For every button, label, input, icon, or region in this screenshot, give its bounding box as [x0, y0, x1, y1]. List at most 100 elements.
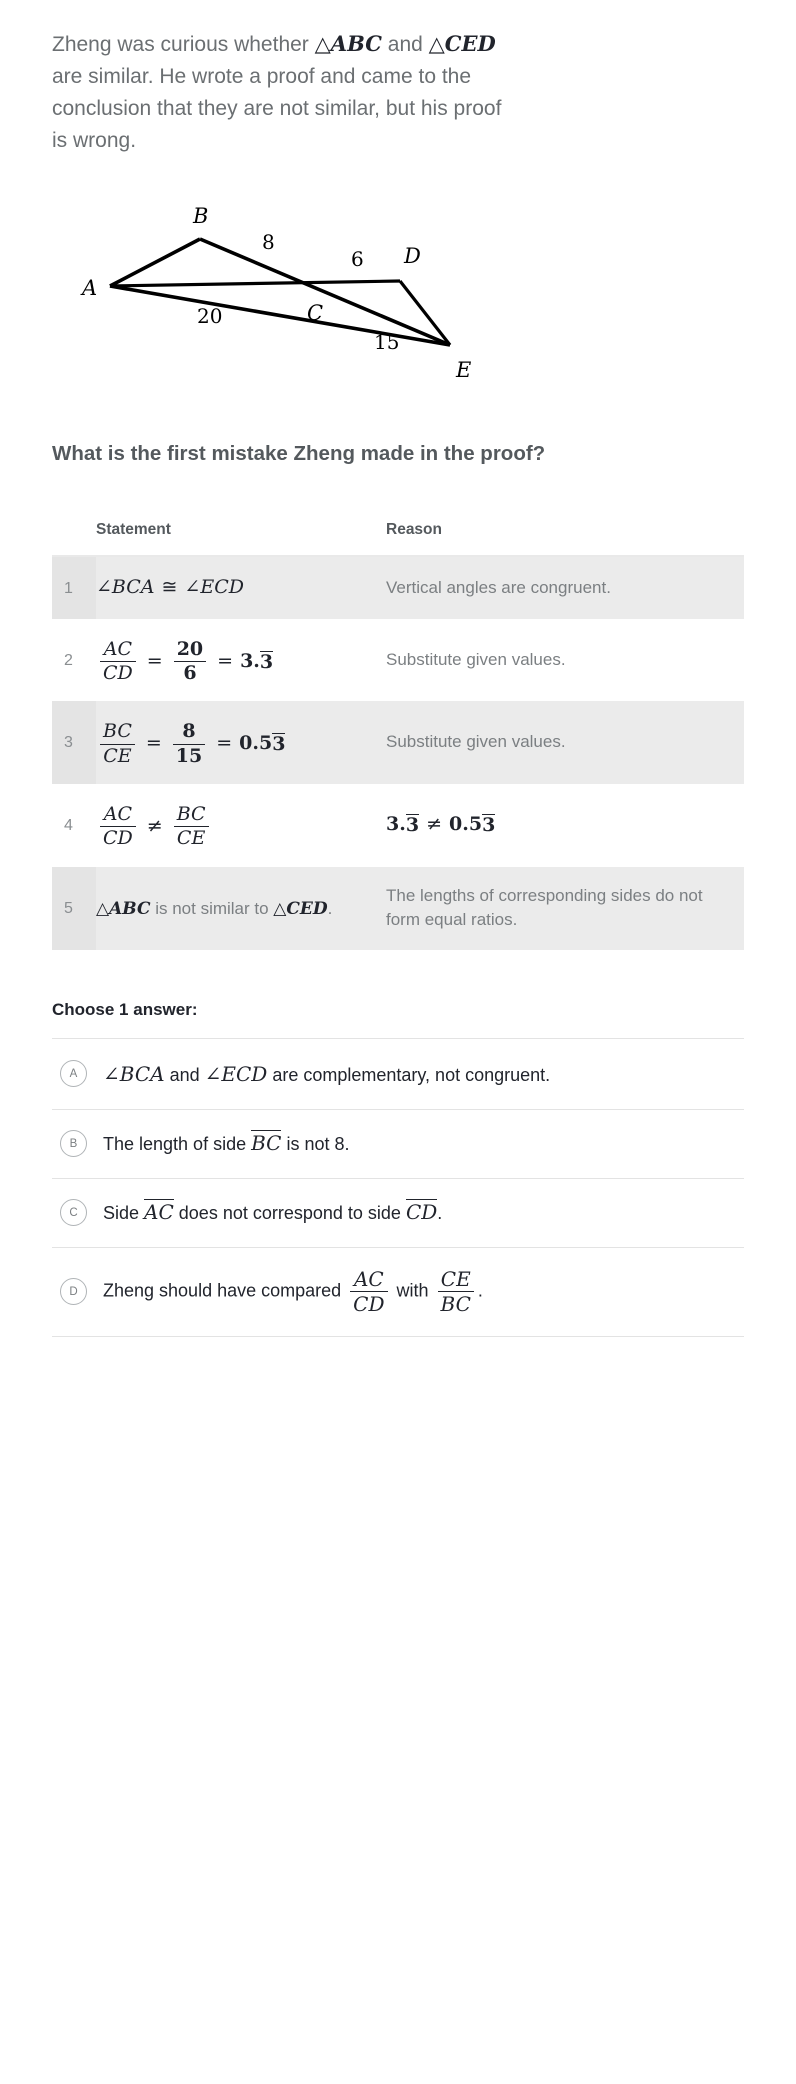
fraction-8-15: 8 15: [172, 721, 206, 767]
row-reason: Substitute given values.: [386, 701, 744, 784]
segment-a-d: [109, 279, 401, 288]
fraction-denominator: CE: [173, 826, 209, 849]
col-header-reason: Reason: [386, 521, 442, 539]
equals-operator: =: [145, 732, 162, 755]
conclusion-mid: is not similar to: [150, 898, 274, 918]
congruent-operator: ≅: [161, 576, 178, 599]
decimal-value: 0.5: [239, 732, 273, 755]
prompt-text-2: and: [381, 33, 429, 56]
choice-b-mid-1: The length of side: [103, 1133, 252, 1154]
vertex-label-e: E: [455, 358, 471, 382]
table-row: 2 AC CD = 20 6 = 3. 3 Substitute given v…: [52, 618, 744, 702]
row-statement: BC CE = 8 15 = 0.5 3: [96, 701, 386, 784]
statement-expression: BC CE = 8 15 = 0.5 3: [96, 721, 286, 767]
row-statement: AC CD ≠ BC CE: [96, 783, 386, 867]
fraction-numerator: AC: [353, 1266, 384, 1291]
fraction-numerator: 20: [176, 637, 204, 660]
prompt-text-1: Zheng was curious whether: [52, 33, 315, 56]
fraction-20-6: 20 6: [173, 637, 207, 685]
fraction-numerator: BC: [103, 720, 132, 743]
col-header-statement: Statement: [96, 521, 171, 539]
row-statement: AC CD = 20 6 = 3. 3: [96, 618, 386, 702]
fraction-ac-cd: AC CD: [100, 802, 136, 850]
row-number: 3: [52, 701, 96, 784]
equals-operator: =: [146, 649, 163, 672]
choice-bubble-a[interactable]: A: [60, 1060, 87, 1088]
choice-a-mid-2: are complementary, not congruent.: [267, 1064, 551, 1085]
prompt-text-3: are similar. He wrote a proof and came t…: [52, 64, 502, 152]
choice-bubble-b[interactable]: B: [60, 1130, 87, 1158]
fraction-ce-bc: CE BC: [437, 1267, 474, 1316]
left-repeating-digit: 3: [405, 814, 420, 837]
choice-d-mid-3: .: [477, 1280, 483, 1301]
fraction-denominator: CD: [100, 661, 136, 684]
segment-a-b: [109, 237, 201, 288]
table-row: 3 BC CE = 8 15 = 0.5 3 Substitute given …: [52, 701, 744, 784]
row-reason: Vertical angles are congruent.: [386, 556, 744, 619]
choice-c-mid-2: does not correspond to side: [173, 1202, 406, 1223]
choice-d-mid-1: Zheng should have compared: [103, 1280, 347, 1301]
proof-table: Statement Reason 1 ∠BCA ≅ ∠ECD Vertical …: [52, 515, 744, 950]
statement-conclusion: △ABC is not similar to △CED.: [96, 898, 332, 919]
repeating-digit: 3: [259, 650, 274, 673]
side-label-ce: 15: [374, 330, 399, 354]
answer-choice-a[interactable]: A ∠BCA and ∠ECD are complementary, not c…: [52, 1037, 744, 1109]
reason-expression: 3. 3 ≠ 0.5 3: [386, 811, 496, 839]
fraction-bc-ce: BC CE: [100, 721, 135, 767]
vertex-label-d: D: [403, 244, 421, 268]
question-text: What is the first mistake Zheng made in …: [52, 441, 546, 465]
segment-bc: BC: [251, 1129, 282, 1155]
fraction-denominator: CD: [100, 826, 136, 849]
col-header-number: [52, 515, 96, 556]
choice-bubble-d[interactable]: D: [60, 1278, 87, 1306]
side-label-cd: 6: [351, 247, 364, 271]
fraction-numerator: AC: [103, 802, 133, 825]
choice-a-mid-1: and: [164, 1064, 205, 1085]
row-number: 4: [52, 783, 96, 867]
triangles-diagram: A B C D E 20 8 6 15: [80, 204, 471, 382]
vertex-label-a: A: [80, 276, 97, 300]
row-number: 2: [52, 618, 96, 702]
choice-d-mid-2: with: [391, 1280, 434, 1301]
triangle-ced: △CED: [273, 898, 328, 919]
angle-bca: ∠BCA: [96, 576, 155, 599]
statement-expression: ∠BCA ≅ ∠ECD: [96, 574, 244, 602]
row-reason: Substitute given values.: [386, 618, 744, 702]
statement-expression: AC CD = 20 6 = 3. 3: [96, 637, 274, 685]
segment-ac: AC: [144, 1198, 174, 1224]
answer-choice-b[interactable]: B The length of side BC is not 8.: [52, 1108, 744, 1178]
choice-c-mid-3: .: [437, 1202, 443, 1223]
fraction-bc-ce: BC CE: [173, 803, 209, 850]
choice-text-b: The length of side BC is not 8.: [103, 1129, 350, 1158]
row-statement: △ABC is not similar to △CED.: [96, 866, 386, 950]
answer-choice-d[interactable]: D Zheng should have compared AC CD with C…: [52, 1246, 744, 1337]
vertex-label-b: B: [192, 204, 208, 228]
fraction-denominator: CE: [100, 743, 135, 767]
row-number: 5: [52, 866, 96, 950]
statement-expression: AC CD ≠ BC CE: [96, 802, 213, 850]
answer-choice-c[interactable]: C Side AC does not correspond to side CD…: [52, 1177, 744, 1247]
decimal-value: 3.: [240, 649, 260, 672]
left-decimal: 3.: [386, 813, 406, 836]
choice-b-mid-2: is not 8.: [281, 1133, 350, 1154]
angle-ecd: ∠ECD: [204, 1061, 268, 1086]
repeating-digit: 3: [272, 733, 286, 756]
fraction-denominator: BC: [437, 1291, 474, 1316]
fraction-denominator: 15: [172, 743, 206, 767]
fraction-ac-cd: AC CD: [350, 1266, 388, 1316]
geometry-figure: A B C D E 20 8 6 15: [52, 193, 744, 393]
choice-text-d: Zheng should have compared AC CD with CE B…: [103, 1266, 483, 1316]
triangle-abc: △ABC: [96, 898, 151, 919]
fraction-denominator: 6: [173, 661, 207, 684]
row-statement: ∠BCA ≅ ∠ECD: [96, 556, 386, 619]
fraction-ac-cd: AC CD: [100, 638, 136, 685]
choice-bubble-c[interactable]: C: [60, 1199, 87, 1227]
side-label-ac: 20: [197, 304, 222, 328]
table-header-row: Statement Reason: [52, 515, 744, 556]
exercise-page: Zheng was curious whether △ABC and △CED …: [0, 0, 796, 1337]
right-repeating-digit: 3: [482, 814, 496, 837]
equals-operator-2: =: [217, 649, 234, 672]
prompt-triangle-ced: △CED: [428, 31, 496, 56]
equals-operator-2: =: [216, 732, 233, 755]
row-reason: The lengths of corresponding sides do no…: [386, 866, 744, 950]
